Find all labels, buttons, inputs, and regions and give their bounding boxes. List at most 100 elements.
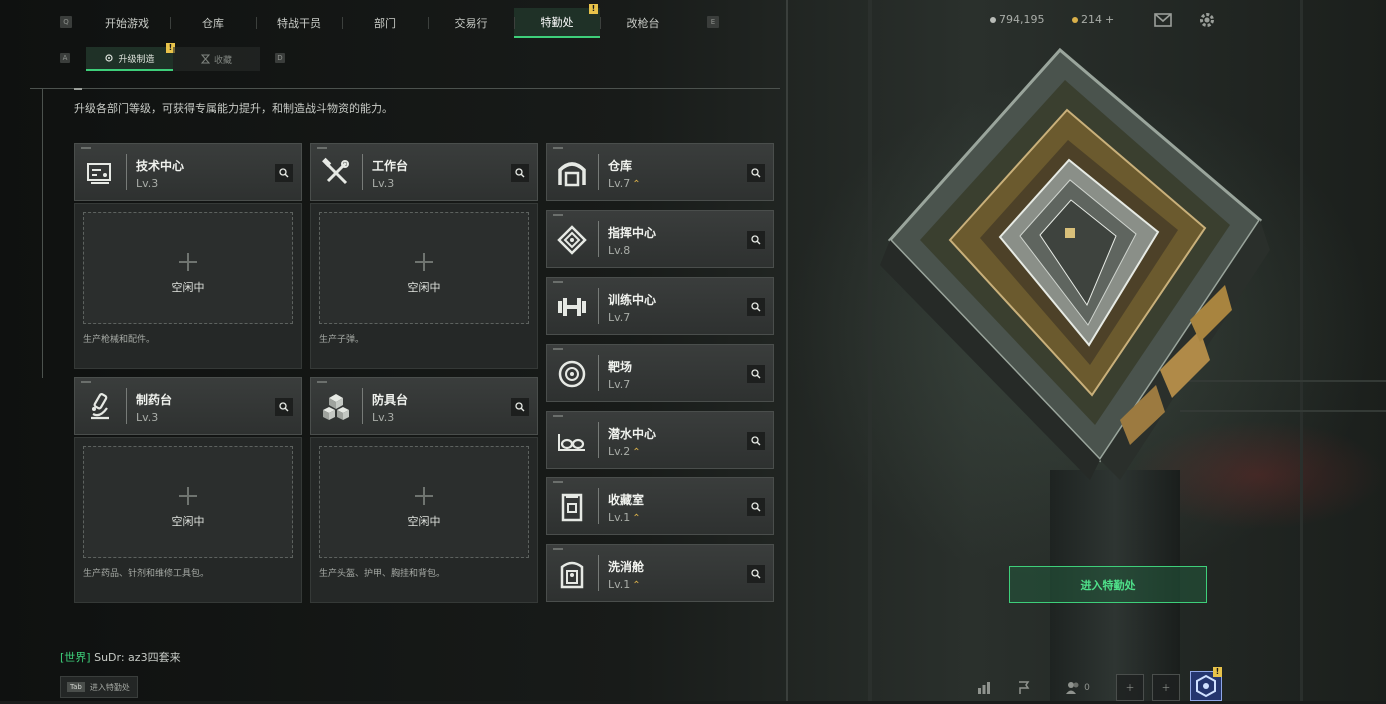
facility-card-tech-center[interactable]: 技术中心 Lv.3 (74, 143, 302, 201)
secret-service-cube-illustration (880, 47, 1270, 480)
nav-prev-key: Q (60, 16, 72, 28)
friends-button[interactable]: 0 (1048, 674, 1108, 701)
plus-icon (179, 487, 197, 505)
production-panel-tech-center: 空闲中 生产枪械和配件。 (74, 203, 302, 369)
gear-icon (105, 54, 114, 62)
facility-level: Lv.3 (372, 411, 395, 424)
hourglass-icon (200, 54, 210, 64)
tab-special-service[interactable]: 特勤处 ! (514, 4, 600, 38)
search-icon[interactable] (275, 398, 293, 416)
subtab-upgrade-manufacture[interactable]: 升级制造 ! (86, 43, 175, 71)
frame-beam (786, 0, 788, 701)
production-panel-workbench: 空闲中 生产子弹。 (310, 203, 538, 369)
production-slot[interactable]: 空闲中 (83, 212, 293, 324)
tab-warehouse[interactable]: 仓库 (170, 8, 256, 38)
facility-card-training-center[interactable]: 训练中心 Lv.7 (546, 277, 774, 335)
card-separator (598, 221, 599, 257)
add-slot-button[interactable]: ＋ (1152, 674, 1180, 701)
card-separator (598, 288, 599, 324)
facility-level: Lv.7 ⌃ (608, 177, 641, 190)
world-chat-message[interactable]: [世界] SuDr: az3四套来 (60, 649, 181, 665)
hud-divider (42, 88, 43, 378)
subtab-label: 收藏 (213, 55, 232, 66)
facility-level: Lv.1 ⌃ (608, 578, 641, 591)
card-tag (81, 147, 91, 149)
facility-level: Lv.3 (136, 177, 159, 190)
tab-gunsmith[interactable]: 改枪台 (600, 8, 686, 38)
currency-premium[interactable]: 214 + (1072, 13, 1114, 26)
facility-level: Lv.7 (608, 311, 631, 324)
enter-special-service-button[interactable]: 进入特勤处 (1009, 566, 1207, 603)
card-separator (362, 154, 363, 190)
facility-name: 潜水中心 (608, 427, 657, 441)
tab-trading[interactable]: 交易行 (428, 8, 514, 38)
flag-button[interactable] (1010, 674, 1038, 701)
tab-start-game[interactable]: 开始游戏 (84, 8, 170, 38)
friends-icon (1066, 682, 1079, 694)
facility-card-pharmacy[interactable]: 制药台 Lv.3 (74, 377, 302, 435)
facility-level: Lv.1 ⌃ (608, 511, 641, 524)
facility-card-armor-bench[interactable]: 防具台 Lv.3 (310, 377, 538, 435)
search-icon[interactable] (747, 298, 765, 316)
card-separator (126, 388, 127, 424)
search-icon[interactable] (275, 164, 293, 182)
plus-icon (415, 487, 433, 505)
subnav-next-key: D (275, 53, 285, 63)
tab-shortcut-hint[interactable]: Tab 进入特勤处 (60, 676, 138, 698)
bar-chart-icon (978, 681, 990, 694)
armor-blocks-icon (323, 394, 349, 420)
slot-state: 空闲中 (171, 515, 205, 528)
search-icon[interactable] (747, 164, 765, 182)
search-icon[interactable] (511, 164, 529, 182)
facility-card-shooting-range[interactable]: 靶场 Lv.7 (546, 344, 774, 402)
facility-card-decontamination-pod[interactable]: 洗消舱 Lv.1 ⌃ (546, 544, 774, 602)
card-tag (317, 381, 327, 383)
coin-icon (990, 16, 996, 23)
facility-level: Lv.2 ⌃ (608, 445, 641, 458)
tab-key: Tab (67, 682, 85, 692)
tab-label: 特勤处 (540, 16, 574, 29)
production-slot[interactable]: 空闲中 (319, 446, 529, 558)
facility-name: 收藏室 (608, 493, 645, 507)
production-note: 生产枪械和配件。 (83, 335, 156, 345)
tab-departments[interactable]: 部门 (342, 8, 428, 38)
subtab-collection[interactable]: 收藏 (173, 47, 260, 71)
facility-card-diving-center[interactable]: 潜水中心 Lv.2 ⌃ (546, 411, 774, 469)
facility-card-command-center[interactable]: 指挥中心 Lv.8 (546, 210, 774, 268)
card-separator (598, 355, 599, 391)
hud-marker (74, 88, 82, 90)
card-separator (598, 154, 599, 190)
search-icon[interactable] (747, 432, 765, 450)
add-slot-button[interactable]: ＋ (1116, 674, 1144, 701)
facility-card-warehouse[interactable]: 仓库 Lv.7 ⌃ (546, 143, 774, 201)
search-icon[interactable] (747, 565, 765, 583)
search-icon[interactable] (747, 365, 765, 383)
slot-state: 空闲中 (171, 281, 205, 294)
level-text: Lv.7 (608, 177, 631, 190)
tab-operators[interactable]: 特战干员 (256, 8, 342, 38)
microscope-icon (91, 393, 109, 420)
tab-label: 交易行 (454, 17, 488, 30)
production-slot[interactable]: 空闲中 (319, 212, 529, 324)
search-icon[interactable] (747, 498, 765, 516)
target-icon (558, 360, 586, 388)
level-text: Lv.2 (608, 445, 631, 458)
facility-card-collection-room[interactable]: 收藏室 Lv.1 ⌃ (546, 477, 774, 535)
mail-icon[interactable] (1154, 13, 1172, 27)
search-icon[interactable] (747, 231, 765, 249)
production-note: 生产药品、针剂和维修工具包。 (83, 569, 210, 579)
stats-button[interactable] (970, 674, 998, 701)
card-separator (598, 488, 599, 524)
facility-name: 仓库 (608, 159, 633, 173)
gear-icon[interactable] (1198, 11, 1216, 29)
search-icon[interactable] (511, 398, 529, 416)
slot-state: 空闲中 (407, 515, 441, 528)
avatar[interactable]: ! (1190, 667, 1222, 701)
premium-amount: 214 (1081, 13, 1102, 26)
plus-icon: ＋ (1125, 684, 1135, 694)
tools-icon (322, 157, 349, 185)
upgrade-available-icon: ⌃ (632, 179, 641, 190)
facility-card-workbench[interactable]: 工作台 Lv.3 (310, 143, 538, 201)
production-slot[interactable]: 空闲中 (83, 446, 293, 558)
facility-name: 防具台 (372, 393, 409, 407)
